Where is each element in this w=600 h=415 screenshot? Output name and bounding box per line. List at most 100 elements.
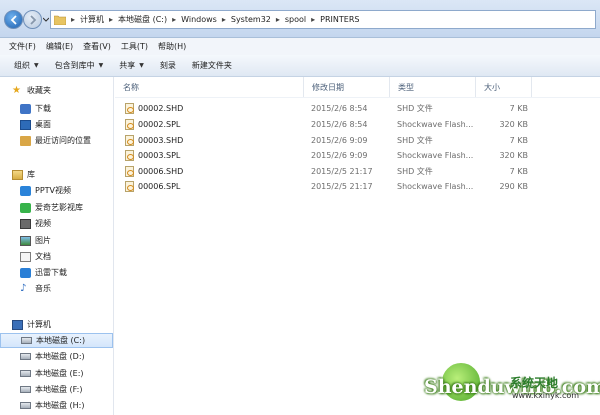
spool-file-icon bbox=[125, 119, 134, 130]
file-name: 00003.SHD bbox=[138, 136, 184, 145]
file-row[interactable]: 00002.SHD 2015/2/6 8:54 SHD 文件 7 KB bbox=[115, 101, 600, 116]
chevron-down-icon: ▼ bbox=[98, 62, 104, 69]
nav-item-label: PPTV视频 bbox=[35, 186, 72, 195]
breadcrumb-separator[interactable]: ▸ bbox=[309, 15, 317, 24]
back-button[interactable] bbox=[4, 10, 23, 29]
nav-item-xunlei-downloads[interactable]: 迅雷下载 bbox=[0, 265, 113, 280]
nav-item-music[interactable]: ♪ 音乐 bbox=[0, 281, 113, 296]
include-library-label: 包含到库中 bbox=[54, 61, 95, 70]
nav-libraries-label: 库 bbox=[27, 170, 35, 179]
file-size: 7 KB bbox=[509, 167, 528, 176]
menu-tools[interactable]: 工具(T) bbox=[116, 41, 153, 52]
file-row[interactable]: 00003.SHD 2015/2/6 9:09 SHD 文件 7 KB bbox=[115, 133, 600, 148]
file-type: SHD 文件 bbox=[397, 136, 433, 145]
nav-item-pptv[interactable]: PPTV视频 bbox=[0, 183, 113, 198]
nav-item-documents[interactable]: 文档 bbox=[0, 249, 113, 264]
folder-icon bbox=[54, 15, 66, 25]
nav-item-label: 迅雷下载 bbox=[35, 268, 67, 277]
file-date: 2015/2/6 8:54 bbox=[311, 120, 368, 129]
share-label: 共享 bbox=[119, 61, 136, 70]
share-button[interactable]: 共享 ▼ bbox=[111, 60, 152, 71]
file-size: 7 KB bbox=[509, 136, 528, 145]
chevron-down-icon: ▼ bbox=[34, 62, 39, 69]
spool-file-icon bbox=[125, 166, 134, 177]
nav-item-drive-f[interactable]: 本地磁盘 (F:) bbox=[0, 382, 113, 397]
spool-file-icon bbox=[125, 150, 134, 161]
watermark-site-name: 系统天地 bbox=[510, 376, 559, 390]
burn-button[interactable]: 刻录 bbox=[152, 60, 184, 71]
breadcrumb-item-drive-c[interactable]: 本地磁盘 (C:) bbox=[115, 14, 170, 25]
pptv-icon bbox=[20, 185, 31, 196]
nav-item-drive-c[interactable]: 本地磁盘 (C:) bbox=[0, 333, 113, 348]
file-row[interactable]: 00006.SHD 2015/2/5 21:17 SHD 文件 7 KB bbox=[115, 164, 600, 179]
breadcrumb-separator[interactable]: ▸ bbox=[274, 15, 282, 24]
nav-item-recent-places[interactable]: 最近访问的位置 bbox=[0, 133, 113, 148]
file-row[interactable]: 00002.SPL 2015/2/6 8:54 Shockwave Flash.… bbox=[115, 117, 600, 132]
column-header-type[interactable]: 类型 bbox=[390, 77, 476, 97]
forward-button[interactable] bbox=[23, 10, 42, 29]
file-row[interactable]: 00006.SPL 2015/2/5 21:17 Shockwave Flash… bbox=[115, 179, 600, 194]
new-folder-button[interactable]: 新建文件夹 bbox=[184, 60, 240, 71]
spool-file-icon bbox=[125, 135, 134, 146]
breadcrumb-separator[interactable]: ▸ bbox=[107, 15, 115, 24]
file-date: 2015/2/5 21:17 bbox=[311, 182, 373, 191]
include-in-library-button[interactable]: 包含到库中 ▼ bbox=[47, 60, 112, 71]
column-header-date[interactable]: 修改日期 bbox=[304, 77, 390, 97]
file-list: 名称 修改日期 类型 大小 00002.SHD 2015/2/6 8:54 SH… bbox=[115, 77, 600, 415]
nav-item-desktop[interactable]: 桌面 bbox=[0, 117, 113, 132]
file-size: 290 KB bbox=[499, 182, 528, 191]
nav-item-pictures[interactable]: 图片 bbox=[0, 233, 113, 248]
nav-item-label: 下载 bbox=[35, 104, 51, 113]
breadcrumb-item-system32[interactable]: System32 bbox=[228, 15, 274, 24]
nav-item-videos[interactable]: 视频 bbox=[0, 216, 113, 231]
computer-icon bbox=[12, 319, 23, 330]
file-type: Shockwave Flash... bbox=[397, 120, 474, 129]
nav-item-downloads[interactable]: 下载 bbox=[0, 101, 113, 116]
spool-file-icon bbox=[125, 103, 134, 114]
breadcrumb-item-printers[interactable]: PRINTERS bbox=[317, 15, 362, 24]
menu-bar: 文件(F) 编辑(E) 查看(V) 工具(T) 帮助(H) bbox=[0, 38, 600, 55]
nav-item-drive-h[interactable]: 本地磁盘 (H:) bbox=[0, 398, 113, 413]
hard-drive-icon bbox=[20, 402, 31, 409]
breadcrumb-separator[interactable]: ▸ bbox=[220, 15, 228, 24]
download-folder-icon bbox=[20, 103, 31, 114]
file-type: SHD 文件 bbox=[397, 104, 433, 113]
nav-item-label: 最近访问的位置 bbox=[35, 136, 91, 145]
document-library-icon bbox=[20, 251, 31, 262]
breadcrumb[interactable]: ▸ 计算机 ▸ 本地磁盘 (C:) ▸ Windows ▸ System32 ▸… bbox=[50, 10, 596, 29]
menu-view[interactable]: 查看(V) bbox=[78, 41, 116, 52]
breadcrumb-item-spool[interactable]: spool bbox=[282, 15, 309, 24]
nav-favorites-label: 收藏夹 bbox=[27, 86, 51, 95]
breadcrumb-item-windows[interactable]: Windows bbox=[178, 15, 220, 24]
watermark-url: www.kxinyk.com bbox=[512, 391, 580, 400]
breadcrumb-item-computer[interactable]: 计算机 bbox=[77, 14, 107, 25]
column-header-name[interactable]: 名称 bbox=[115, 77, 304, 97]
file-name: 00006.SPL bbox=[138, 182, 181, 191]
nav-favorites-header[interactable]: ★ 收藏夹 bbox=[0, 83, 113, 98]
nav-computer-header[interactable]: 计算机 bbox=[0, 317, 113, 332]
organize-button[interactable]: 组织 ▼ bbox=[6, 60, 47, 71]
nav-item-label: 本地磁盘 (D:) bbox=[35, 352, 85, 361]
hard-drive-icon bbox=[21, 337, 32, 344]
hard-drive-icon bbox=[20, 386, 31, 393]
file-type: SHD 文件 bbox=[397, 167, 433, 176]
file-type: Shockwave Flash... bbox=[397, 182, 474, 191]
recent-pages-chevron-down-icon[interactable] bbox=[43, 17, 49, 23]
nav-item-iqiyi[interactable]: 爱奇艺影视库 bbox=[0, 200, 113, 215]
nav-item-drive-e[interactable]: 本地磁盘 (E:) bbox=[0, 366, 113, 381]
file-name-cell: 00002.SHD bbox=[125, 101, 300, 116]
breadcrumb-separator[interactable]: ▸ bbox=[170, 15, 178, 24]
menu-file[interactable]: 文件(F) bbox=[4, 41, 41, 52]
file-name-cell: 00006.SHD bbox=[125, 164, 300, 179]
nav-item-label: 音乐 bbox=[35, 284, 51, 293]
menu-edit[interactable]: 编辑(E) bbox=[41, 41, 78, 52]
breadcrumb-separator[interactable]: ▸ bbox=[69, 15, 77, 24]
video-library-icon bbox=[20, 218, 31, 229]
column-header-size[interactable]: 大小 bbox=[476, 77, 532, 97]
nav-item-drive-d[interactable]: 本地磁盘 (D:) bbox=[0, 349, 113, 364]
nav-libraries-header[interactable]: 库 bbox=[0, 167, 113, 182]
organize-label: 组织 bbox=[14, 61, 30, 70]
menu-help[interactable]: 帮助(H) bbox=[153, 41, 191, 52]
nav-item-label: 本地磁盘 (F:) bbox=[35, 385, 83, 394]
file-row[interactable]: 00003.SPL 2015/2/6 9:09 Shockwave Flash.… bbox=[115, 148, 600, 163]
